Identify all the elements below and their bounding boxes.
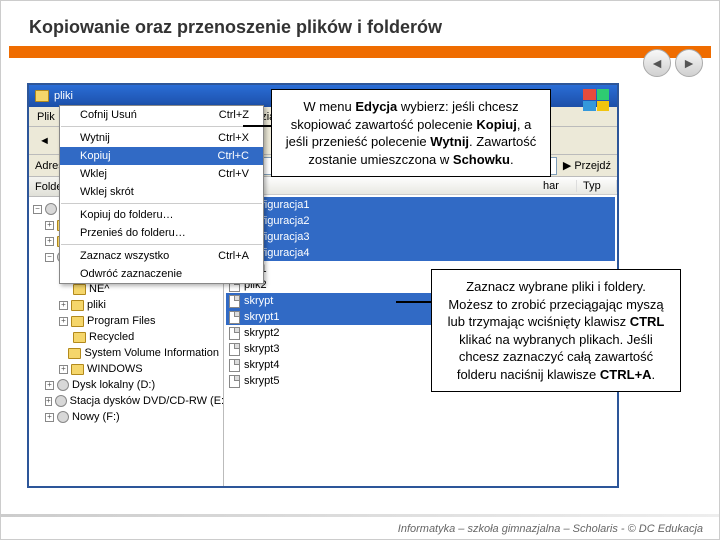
column-headers[interactable]: har Typ [224, 177, 617, 195]
arrow-to-menu [243, 125, 271, 127]
footer-divider [1, 514, 719, 517]
menu-item-przenie-do-folderu-[interactable]: Przenieś do folderu… [60, 224, 263, 242]
callout-zaznacz: Zaznacz wybrane pliki i foldery. Możesz … [431, 269, 681, 392]
callout-menu-edycja: W menu Edycja wybierz: jeśli chcesz skop… [271, 89, 551, 177]
tree-item[interactable]: +pliki [31, 297, 221, 313]
footer-text: Informatyka – szkoła gimnazjalna – Schol… [398, 523, 703, 535]
arrow-to-files [396, 301, 431, 303]
slide-title: Kopiowanie oraz przenoszenie plików i fo… [1, 1, 719, 46]
tree-item[interactable]: +WINDOWS [31, 361, 221, 377]
file-item[interactable]: konfiguracja2 [226, 213, 615, 229]
folder-icon [35, 90, 49, 102]
file-item[interactable]: konfiguracja4 [226, 245, 615, 261]
tree-item[interactable]: +Nowy (F:) [31, 409, 221, 425]
accent-bar [9, 46, 711, 58]
window-title: pliki [54, 90, 73, 102]
menu-item-odwr-zaznaczenie[interactable]: Odwróć zaznaczenie [60, 265, 263, 283]
col-type[interactable]: Typ [577, 180, 617, 192]
go-button[interactable]: ▶ Przejdź [563, 159, 611, 172]
nav-prev-button[interactable]: ◄ [643, 49, 671, 77]
menu-item-wytnij[interactable]: WytnijCtrl+X [60, 129, 263, 147]
menu-item-wklej[interactable]: WklejCtrl+V [60, 165, 263, 183]
menu-item-cofnij-usu-[interactable]: Cofnij UsuńCtrl+Z [60, 106, 263, 124]
menu-item-kopiuj[interactable]: KopiujCtrl+C [60, 147, 263, 165]
file-item[interactable]: konfiguracja3 [226, 229, 615, 245]
menu-item-zaznacz-wszystko[interactable]: Zaznacz wszystkoCtrl+A [60, 247, 263, 265]
tree-item[interactable]: +Stacja dysków DVD/CD-RW (E:) [31, 393, 221, 409]
nav-next-button[interactable]: ► [675, 49, 703, 77]
tree-item[interactable]: +Program Files [31, 313, 221, 329]
edit-menu-dropdown[interactable]: Cofnij UsuńCtrl+Z WytnijCtrl+XKopiujCtrl+… [59, 105, 264, 284]
menu-item-kopiuj-do-folderu-[interactable]: Kopiuj do folderu… [60, 206, 263, 224]
tree-item[interactable]: System Volume Information [31, 345, 221, 361]
tree-item[interactable]: Recycled [31, 329, 221, 345]
file-item[interactable]: konfiguracja1 [226, 197, 615, 213]
windows-logo-icon [583, 89, 609, 111]
menu-plik[interactable]: Plik [29, 109, 63, 125]
col-size[interactable]: har [537, 180, 577, 192]
menu-item-wklej-skr-t[interactable]: Wklej skrót [60, 183, 263, 201]
tree-item[interactable]: +Dysk lokalny (D:) [31, 377, 221, 393]
back-button[interactable]: ◄ [35, 133, 54, 149]
